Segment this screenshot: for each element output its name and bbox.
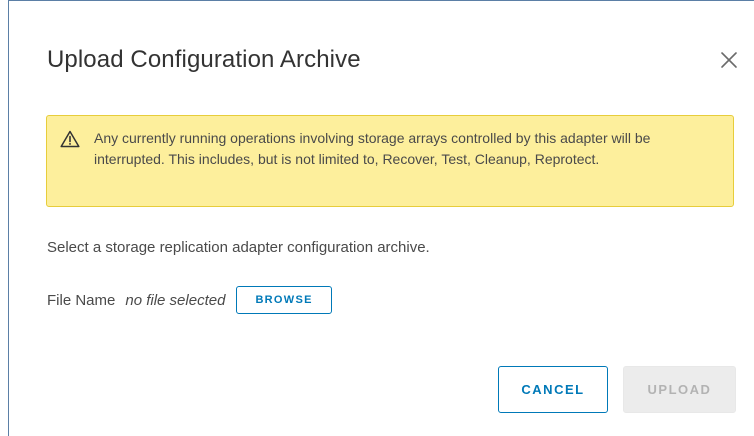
dialog-title: Upload Configuration Archive <box>47 46 361 73</box>
file-name-value: no file selected <box>125 291 226 309</box>
warning-icon <box>60 130 80 148</box>
close-button[interactable] <box>718 49 740 71</box>
file-name-label: File Name <box>47 291 116 309</box>
warning-alert: Any currently running operations involvi… <box>46 115 734 207</box>
browse-button[interactable]: BROWSE <box>236 286 332 314</box>
upload-button[interactable]: UPLOAD <box>623 366 736 413</box>
modal-frame: Upload Configuration Archive Any current… <box>8 0 754 436</box>
file-row: File Name no file selected BROWSE <box>47 286 332 314</box>
close-icon <box>721 52 737 68</box>
upload-config-dialog: Upload Configuration Archive Any current… <box>9 1 754 436</box>
cancel-button[interactable]: CANCEL <box>498 366 608 413</box>
alert-message: Any currently running operations involvi… <box>94 130 651 167</box>
instruction-text: Select a storage replication adapter con… <box>47 239 430 256</box>
